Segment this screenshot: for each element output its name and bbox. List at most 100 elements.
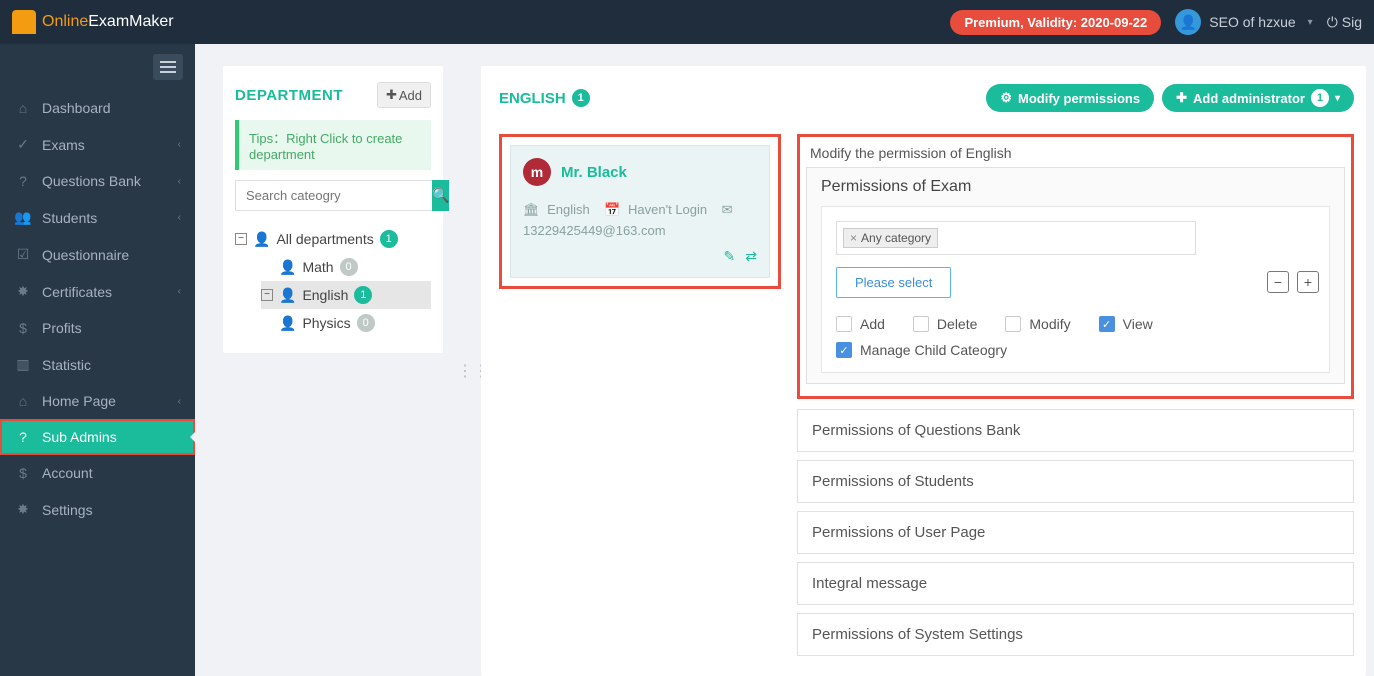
count-badge: 1: [1311, 89, 1329, 107]
chevron-left-icon: ‹: [178, 286, 181, 297]
gear-icon: ⚙: [1000, 90, 1012, 106]
signout-link[interactable]: ⏻ Sig: [1327, 14, 1362, 31]
org-icon: 🏛: [523, 202, 540, 217]
count-badge: 0: [357, 314, 375, 332]
collapse-all-icon[interactable]: −: [1267, 271, 1289, 293]
tip-box: Tips：Right Click to create department: [235, 120, 431, 170]
checkbox-icon: [1005, 316, 1021, 332]
nav-label: Dashboard: [42, 100, 111, 116]
user-name: SEO of hzxue: [1209, 14, 1295, 30]
sidebar-item-dashboard[interactable]: ⌂ Dashboard: [0, 90, 195, 126]
nav-label: Account: [42, 465, 93, 481]
checkbox-view[interactable]: ✓ View: [1099, 316, 1153, 332]
tree-item-math[interactable]: 👤Math0: [261, 253, 431, 281]
category-tagbox[interactable]: × Any category: [836, 221, 1196, 255]
user-icon: 👤: [279, 259, 296, 276]
hamburger-icon[interactable]: [153, 54, 183, 80]
admin-meta: 🏛 English 📅 Haven't Login ✉ 13229425449@…: [523, 200, 757, 242]
sidebar-item-certificates[interactable]: ✸Certificates‹: [0, 273, 195, 310]
nav-label: Home Page: [42, 393, 116, 409]
calendar-icon: 📅: [604, 202, 620, 217]
nav-label: Settings: [42, 502, 93, 518]
accordion-integral-message[interactable]: Integral message: [797, 562, 1354, 605]
sidebar-item-sub-admins[interactable]: ?Sub Admins: [0, 419, 195, 455]
power-icon: ⏻: [1327, 14, 1338, 31]
category-tag[interactable]: × Any category: [843, 228, 938, 248]
sidebar-item-students[interactable]: 👥Students‹: [0, 199, 195, 236]
search-button[interactable]: 🔍: [432, 180, 449, 211]
admin-name: Mr. Black: [561, 164, 627, 181]
accordion-permissions-of-user-page[interactable]: Permissions of User Page: [797, 511, 1354, 554]
checkbox-modify[interactable]: Modify: [1005, 316, 1070, 332]
nav-icon: ⌂: [14, 100, 32, 116]
checkbox-icon: [913, 316, 929, 332]
department-title: DEPARTMENT: [235, 87, 343, 104]
edit-icon[interactable]: ✎: [724, 248, 736, 265]
remove-tag-icon[interactable]: ×: [850, 231, 857, 245]
modify-permissions-button[interactable]: ⚙ Modify permissions: [986, 84, 1154, 112]
sidebar-item-statistic[interactable]: ▥Statistic: [0, 346, 195, 383]
permission-section-exam: Permissions of Exam × Any category Pleas…: [806, 167, 1345, 384]
collapse-icon[interactable]: −: [235, 233, 247, 245]
search-icon: 🔍: [432, 187, 449, 204]
please-select-button[interactable]: Please select: [836, 267, 951, 298]
nav-icon: ⌂: [14, 393, 32, 409]
sidebar-item-profits[interactable]: $Profits: [0, 310, 195, 346]
premium-badge[interactable]: Premium, Validity: 2020-09-22: [950, 10, 1161, 35]
sidebar-toggle-row: [0, 44, 195, 90]
chevron-down-icon: ▾: [1308, 17, 1313, 28]
accordion-permissions-of-questions-bank[interactable]: Permissions of Questions Bank: [797, 409, 1354, 452]
brand-text: OnlineExamMaker: [42, 13, 174, 31]
chevron-left-icon: ‹: [178, 212, 181, 223]
user-icon: 👤: [253, 231, 270, 248]
plus-icon: ✚: [386, 87, 397, 103]
tree-item-english[interactable]: −👤English1: [261, 281, 431, 309]
nav-icon: ✸: [14, 283, 32, 300]
tree-item-physics[interactable]: 👤Physics0: [261, 309, 431, 337]
drag-handle-icon[interactable]: ⋮⋮: [457, 66, 467, 676]
nav-icon: ✸: [14, 501, 32, 518]
nav-icon: ✓: [14, 136, 32, 153]
nav-icon: ?: [14, 429, 32, 445]
department-panel: DEPARTMENT ✚ Add Tips：Right Click to cre…: [223, 66, 443, 353]
add-department-button[interactable]: ✚ Add: [377, 82, 431, 108]
sidebar-item-questionnaire[interactable]: ☑ Questionnaire: [0, 236, 195, 273]
count-badge: 0: [340, 258, 358, 276]
chevron-left-icon: ‹: [178, 396, 181, 407]
sidebar-item-home-page[interactable]: ⌂ Home Page ‹: [0, 383, 195, 419]
sidebar-item-questions-bank[interactable]: ?Questions Bank‹: [0, 163, 195, 199]
nav-icon: $: [14, 465, 32, 481]
accordion-permissions-of-system-settings[interactable]: Permissions of System Settings: [797, 613, 1354, 656]
count-badge: 1: [354, 286, 372, 304]
nav-icon: 👥: [14, 209, 32, 226]
add-administrator-button[interactable]: ✚ Add administrator 1 ▾: [1162, 84, 1354, 112]
admins-panel: ENGLISH 1 ⚙ Modify permissions ✚ Add adm…: [481, 66, 1366, 676]
checkbox-manage-child[interactable]: ✓ Manage Child Cateogry: [836, 342, 1007, 358]
tree-root[interactable]: − 👤 All departments 1: [235, 225, 431, 253]
brand-logo[interactable]: OnlineExamMaker: [12, 10, 174, 34]
transfer-icon[interactable]: ⇄: [745, 248, 757, 265]
accordion-permissions-of-students[interactable]: Permissions of Students: [797, 460, 1354, 503]
user-menu[interactable]: 👤 SEO of hzxue ▾: [1175, 9, 1312, 35]
admin-card[interactable]: m Mr. Black 🏛 English 📅 Haven't Login ✉: [510, 145, 770, 278]
user-icon: 👤: [279, 315, 296, 332]
sidebar-item-exams[interactable]: ✓ Exams ‹: [0, 126, 195, 163]
app-header: OnlineExamMaker Premium, Validity: 2020-…: [0, 0, 1374, 44]
sidebar-item-settings[interactable]: ✸ Settings: [0, 491, 195, 528]
search-input[interactable]: [235, 180, 432, 211]
chevron-left-icon: ‹: [178, 139, 181, 150]
nav-icon: ☑: [14, 246, 32, 263]
user-icon: 👤: [279, 287, 296, 304]
collapse-icon[interactable]: −: [261, 289, 273, 301]
expand-all-icon[interactable]: +: [1297, 271, 1319, 293]
checkbox-add[interactable]: Add: [836, 316, 885, 332]
nav-label: Questionnaire: [42, 247, 129, 263]
checkbox-delete[interactable]: Delete: [913, 316, 977, 332]
count-badge: 1: [572, 89, 590, 107]
sidebar-item-account[interactable]: $ Account: [0, 455, 195, 491]
main-content: DEPARTMENT ✚ Add Tips：Right Click to cre…: [195, 44, 1374, 676]
sidebar: ⌂ Dashboard ✓ Exams ‹ ?Questions Bank‹👥Studen…: [0, 44, 195, 676]
permission-highlight: Modify the permission of English Permiss…: [797, 134, 1354, 399]
nav-label: Exams: [42, 137, 85, 153]
nav-icon: ▥: [14, 356, 32, 373]
